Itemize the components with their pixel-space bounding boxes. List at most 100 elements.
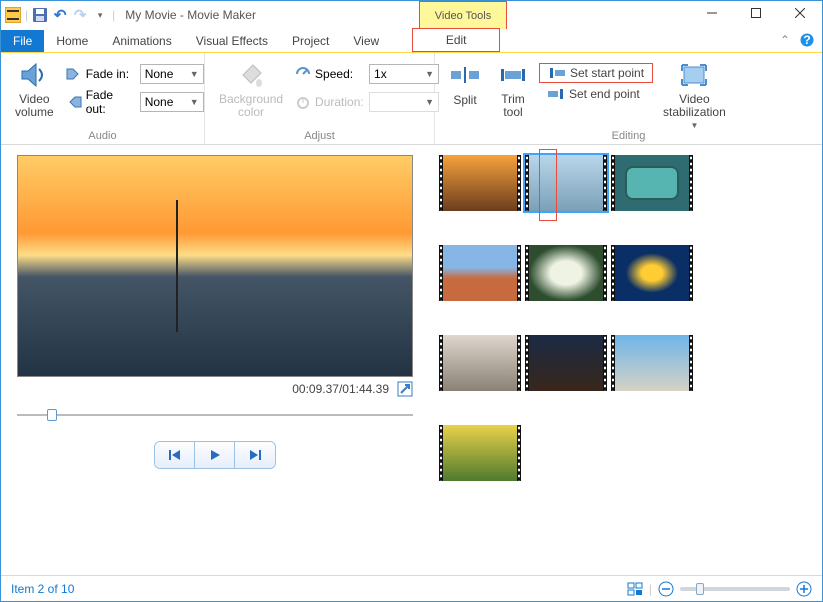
duration-label: Duration: (315, 95, 365, 109)
trim-label: Trim tool (501, 93, 525, 119)
timeline-clip[interactable] (611, 335, 693, 391)
app-icon (5, 7, 21, 23)
chevron-down-icon: ▼ (190, 97, 199, 107)
set-end-point-button[interactable]: Set end point (539, 85, 653, 103)
paint-bucket-icon (235, 59, 267, 91)
timeline-row (439, 245, 812, 301)
undo-icon[interactable]: ↶ (52, 7, 68, 23)
ribbon-group-adjust: Background color Speed: 1x▼ Duration: ▼ … (205, 53, 435, 144)
video-volume-label: Video volume (15, 93, 54, 119)
qat-separator: | (112, 8, 115, 22)
title-bar: | ↶ ↷ ▾ | My Movie - Movie Maker Video T… (1, 1, 822, 29)
next-frame-button[interactable] (235, 442, 275, 468)
timeline-row (439, 425, 812, 481)
preview-time: 00:09.37/01:44.39 (292, 382, 389, 396)
timeline-clip[interactable] (439, 245, 521, 301)
timeline-playhead[interactable] (539, 149, 557, 221)
timeline-row (439, 155, 812, 211)
stabilization-label: Video stabilization (663, 93, 726, 119)
speed-dropdown[interactable]: 1x▼ (369, 64, 439, 84)
fade-out-value: None (145, 95, 174, 109)
ribbon: Video volume Fade in: None▼ Fade out: No… (1, 53, 822, 145)
status-bar: Item 2 of 10 | (1, 575, 822, 601)
split-label: Split (453, 93, 476, 107)
play-button[interactable] (195, 442, 235, 468)
fade-out-icon (66, 96, 82, 108)
speaker-icon (18, 59, 50, 91)
fade-out-label: Fade out: (86, 88, 136, 116)
duration-dropdown: ▼ (369, 92, 439, 112)
tab-home[interactable]: Home (44, 30, 100, 52)
group-label-adjust: Adjust (205, 130, 434, 142)
quick-access-toolbar: | ↶ ↷ ▾ | (5, 7, 115, 23)
collapse-ribbon-icon[interactable]: ⌃ (780, 33, 790, 47)
set-start-label: Set start point (570, 66, 644, 80)
duration-icon (295, 95, 311, 109)
fade-in-icon (66, 68, 82, 80)
ribbon-group-editing: Split Trim tool Set start point Set end … (435, 53, 822, 144)
help-icon[interactable]: ? (800, 33, 814, 47)
status-zoom-controls: | (627, 581, 812, 597)
timeline-clip[interactable] (439, 155, 521, 211)
minimize-button[interactable] (690, 1, 734, 25)
maximize-button[interactable] (734, 1, 778, 25)
tab-project[interactable]: Project (280, 30, 341, 52)
fullscreen-icon[interactable] (397, 381, 413, 397)
timeline-clip[interactable] (439, 425, 521, 481)
group-label-audio: Audio (1, 130, 204, 142)
preview-monitor[interactable] (17, 155, 413, 377)
prev-frame-button[interactable] (155, 442, 195, 468)
playback-controls (154, 441, 276, 469)
timeline-clip[interactable] (439, 335, 521, 391)
view-toggle-icon[interactable] (627, 582, 643, 596)
chevron-down-icon: ▼ (190, 69, 199, 79)
ribbon-group-audio: Video volume Fade in: None▼ Fade out: No… (1, 53, 205, 144)
tab-file[interactable]: File (1, 30, 44, 52)
close-button[interactable] (778, 1, 822, 25)
fade-in-dropdown[interactable]: None ▼ (140, 64, 204, 84)
tab-edit[interactable]: Edit (412, 28, 500, 52)
split-button[interactable]: Split (443, 57, 487, 109)
contextual-tab-group: Video Tools (419, 1, 507, 29)
zoom-in-button[interactable] (796, 581, 812, 597)
fade-in-value: None (145, 67, 174, 81)
redo-icon[interactable]: ↷ (72, 7, 88, 23)
zoom-out-button[interactable] (658, 581, 674, 597)
preview-time-bar: 00:09.37/01:44.39 (17, 381, 413, 397)
zoom-slider[interactable] (680, 587, 790, 591)
timeline-clip[interactable] (611, 155, 693, 211)
background-color-button: Background color (213, 57, 289, 129)
ribbon-tabs: File Home Animations Visual Effects Proj… (1, 29, 822, 53)
tab-visual-effects[interactable]: Visual Effects (184, 30, 280, 52)
svg-text:?: ? (803, 33, 810, 47)
timeline-clip[interactable] (611, 245, 693, 301)
split-icon (449, 59, 481, 91)
preview-pane: 00:09.37/01:44.39 (1, 145, 429, 577)
timeline-clip-selected[interactable] (525, 155, 607, 211)
timeline-clip[interactable] (525, 245, 607, 301)
timeline-row (439, 335, 812, 391)
ribbon-right-controls: ⌃ ? (780, 33, 814, 47)
save-icon[interactable] (32, 7, 48, 23)
video-volume-button[interactable]: Video volume (9, 57, 60, 129)
group-label-editing: Editing (435, 130, 822, 142)
status-separator: | (649, 582, 652, 596)
tab-view[interactable]: View (341, 30, 391, 52)
window-controls (690, 1, 822, 25)
qat-customize-icon[interactable]: ▾ (92, 7, 108, 23)
window-title: My Movie - Movie Maker (125, 8, 256, 22)
status-item-count: Item 2 of 10 (11, 582, 74, 596)
video-stabilization-button[interactable]: Video stabilization ▼ (657, 57, 732, 132)
speed-value: 1x (374, 67, 387, 81)
set-start-point-button[interactable]: Set start point (539, 63, 653, 83)
timeline-pane[interactable] (429, 145, 822, 577)
preview-seek-slider[interactable] (17, 405, 413, 425)
seek-thumb[interactable] (47, 409, 57, 421)
zoom-thumb[interactable] (696, 583, 704, 595)
trim-icon (497, 59, 529, 91)
speed-label: Speed: (315, 67, 365, 81)
timeline-clip[interactable] (525, 335, 607, 391)
fade-out-dropdown[interactable]: None ▼ (140, 92, 204, 112)
trim-tool-button[interactable]: Trim tool (491, 57, 535, 121)
tab-animations[interactable]: Animations (100, 30, 183, 52)
